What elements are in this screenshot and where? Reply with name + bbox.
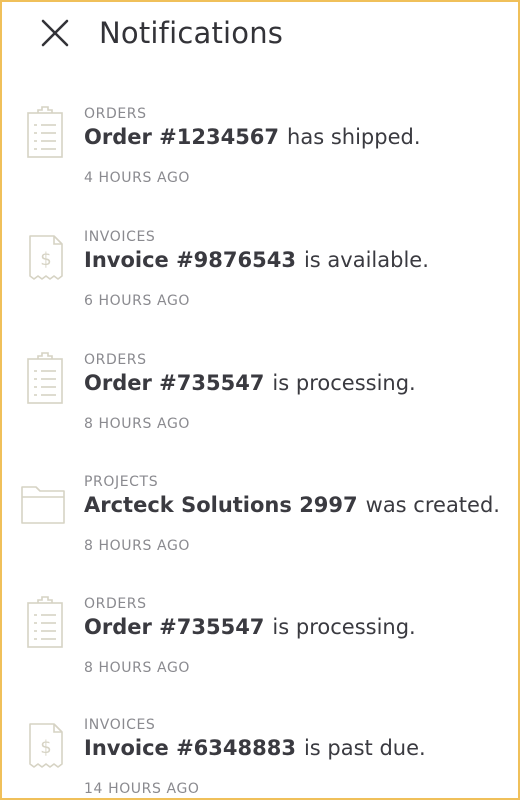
notification-category: INVOICES: [84, 229, 156, 245]
notification-item[interactable]: ORDERS Order #735547 is processing. 8 HOU…: [2, 595, 518, 695]
notification-text: was created.: [365, 493, 500, 517]
notification-reference: Order #1234567: [84, 125, 280, 149]
notification-text: is processing.: [272, 615, 416, 639]
page-title: Notifications: [99, 16, 284, 50]
notification-text: is available.: [303, 248, 429, 272]
clipboard-icon: [20, 105, 72, 161]
notification-reference: Order #735547: [84, 615, 265, 639]
notification-time: 4 HOURS AGO: [84, 170, 191, 186]
notification-time: 8 HOURS AGO: [84, 416, 191, 432]
notification-category: ORDERS: [84, 106, 147, 122]
notification-time: 14 HOURS AGO: [84, 781, 200, 797]
notification-reference: Invoice #9876543: [84, 248, 296, 272]
invoice-icon: $: [20, 228, 72, 284]
svg-text:$: $: [40, 737, 51, 758]
header: Notifications: [2, 2, 518, 68]
folder-icon: [20, 473, 72, 529]
notifications-screen: Notifications ORDERS Order #1234567 has …: [0, 0, 520, 800]
notification-reference: Invoice #6348883: [84, 736, 296, 760]
close-icon: [41, 19, 69, 47]
notification-item[interactable]: ORDERS Order #735547 is processing. 8 HOU…: [2, 351, 518, 451]
notification-reference: Order #735547: [84, 371, 265, 395]
notification-time: 8 HOURS AGO: [84, 660, 191, 676]
notification-message: Order #735547 is processing.: [84, 368, 416, 400]
notification-text: is processing.: [272, 371, 416, 395]
notification-category: INVOICES: [84, 717, 156, 733]
svg-text:$: $: [40, 249, 51, 270]
notification-time: 6 HOURS AGO: [84, 293, 191, 309]
clipboard-icon: [20, 351, 72, 407]
clipboard-icon: [20, 595, 72, 651]
notification-time: 8 HOURS AGO: [84, 538, 191, 554]
notification-message: Order #735547 is processing.: [84, 612, 416, 644]
notification-category: ORDERS: [84, 596, 147, 612]
notification-message: Invoice #6348883 is past due.: [84, 733, 426, 765]
notification-category: ORDERS: [84, 352, 147, 368]
close-button[interactable]: [38, 16, 72, 50]
notification-item[interactable]: ORDERS Order #1234567 has shipped. 4 HOUR…: [2, 105, 518, 205]
notification-item[interactable]: PROJECTS Arcteck Solutions 2997 was creat…: [2, 473, 518, 573]
invoice-icon: $: [20, 716, 72, 772]
notification-text: is past due.: [303, 736, 426, 760]
notification-item[interactable]: $ INVOICES Invoice #9876543 is available.…: [2, 228, 518, 328]
notification-message: Invoice #9876543 is available.: [84, 245, 429, 277]
notification-text: has shipped.: [287, 125, 421, 149]
notification-message: Order #1234567 has shipped.: [84, 122, 421, 154]
notification-reference: Arcteck Solutions 2997: [84, 493, 358, 517]
notification-message: Arcteck Solutions 2997 was created.: [84, 490, 500, 522]
notification-item[interactable]: $ INVOICES Invoice #6348883 is past due. …: [2, 716, 518, 798]
notification-category: PROJECTS: [84, 474, 159, 490]
